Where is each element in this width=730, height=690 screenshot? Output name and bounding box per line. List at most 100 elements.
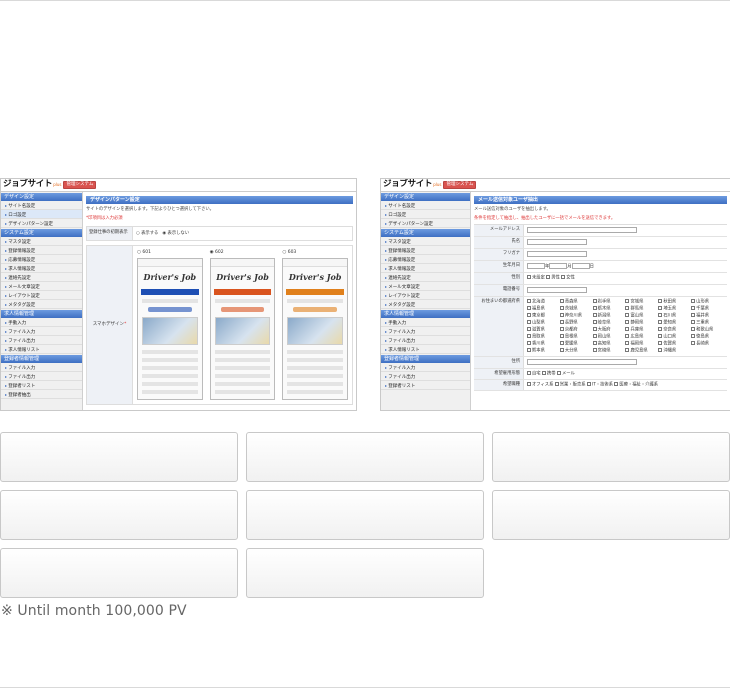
prefecture-checkbox[interactable]: [527, 348, 531, 353]
text-input[interactable]: [527, 251, 587, 258]
prefecture-checkbox[interactable]: [691, 305, 696, 310]
prefecture-option[interactable]: 埼玉県: [658, 305, 691, 312]
prefecture-checkbox[interactable]: [527, 305, 531, 310]
prefecture-checkbox[interactable]: [625, 326, 630, 331]
text-input[interactable]: [527, 359, 637, 366]
prefecture-option[interactable]: 福島県: [527, 305, 560, 312]
prefecture-checkbox[interactable]: [625, 312, 630, 317]
prefecture-checkbox[interactable]: [592, 326, 597, 331]
prefecture-checkbox[interactable]: [658, 305, 663, 310]
prefecture-option[interactable]: 徳島県: [691, 334, 724, 340]
prefecture-checkbox[interactable]: [658, 319, 663, 324]
prefecture-checkbox[interactable]: [691, 312, 696, 317]
sidebar-item[interactable]: 応募情報設定: [1, 255, 82, 264]
prefecture-checkbox[interactable]: [625, 298, 630, 303]
prefecture-option[interactable]: 大阪府: [592, 326, 626, 333]
prefecture-checkbox[interactable]: [592, 319, 597, 324]
prefecture-checkbox[interactable]: [527, 319, 531, 324]
sidebar-item[interactable]: メール文章設定: [1, 282, 82, 291]
sidebar-item[interactable]: 登録情報設定: [381, 246, 470, 255]
job-checkbox[interactable]: [554, 382, 559, 387]
prefecture-checkbox[interactable]: [527, 298, 531, 303]
prefecture-option[interactable]: 三重県: [691, 319, 724, 326]
prefecture-checkbox[interactable]: [527, 326, 531, 331]
prefecture-option[interactable]: 大分県: [559, 348, 593, 354]
date-select[interactable]: [549, 263, 568, 270]
sidebar-item[interactable]: 連絡先設定: [381, 273, 470, 282]
prefecture-option[interactable]: 愛媛県: [559, 341, 593, 347]
sidebar-item[interactable]: ファイル出力: [1, 372, 82, 381]
prefecture-checkbox[interactable]: [625, 348, 630, 353]
prefecture-checkbox[interactable]: [592, 341, 597, 346]
sidebar-item[interactable]: サイト名設定: [381, 201, 470, 210]
sidebar-item[interactable]: 求人情報設定: [1, 264, 82, 273]
text-input[interactable]: [527, 239, 587, 246]
prefecture-option[interactable]: 鹿児島県: [625, 348, 658, 354]
prefecture-checkbox[interactable]: [658, 326, 663, 331]
sidebar-item[interactable]: 登録者リスト: [1, 381, 82, 390]
plan-box[interactable]: [246, 490, 484, 540]
prefecture-option[interactable]: 静岡県: [625, 319, 658, 326]
plan-box[interactable]: [492, 490, 730, 540]
date-select[interactable]: [527, 263, 545, 270]
prefecture-option[interactable]: 佐賀県: [658, 341, 691, 347]
plan-box[interactable]: [246, 548, 484, 598]
prefecture-option[interactable]: 群馬県: [625, 305, 658, 312]
prefecture-option[interactable]: 鳥取県: [527, 334, 560, 340]
prefecture-checkbox[interactable]: [559, 305, 564, 310]
sidebar-item[interactable]: ファイル出力: [1, 336, 82, 345]
prefecture-option[interactable]: 山梨県: [527, 319, 560, 326]
job-checkbox[interactable]: [586, 382, 591, 387]
prefecture-option[interactable]: 高知県: [592, 341, 626, 347]
prefecture-option[interactable]: 和歌山県: [691, 326, 724, 333]
sidebar-item[interactable]: 登録情報設定: [1, 246, 82, 255]
prefecture-option[interactable]: 神奈川県: [559, 312, 593, 319]
prefecture-option[interactable]: 秋田県: [658, 298, 691, 305]
sidebar-item[interactable]: 応募情報設定: [381, 255, 470, 264]
sidebar-item[interactable]: 求人情報リスト: [381, 345, 470, 354]
prefecture-checkbox[interactable]: [691, 334, 696, 339]
sidebar-item[interactable]: メール文章設定: [381, 282, 470, 291]
prefecture-checkbox[interactable]: [559, 298, 564, 303]
prefecture-checkbox[interactable]: [658, 341, 663, 346]
plan-box[interactable]: [0, 490, 238, 540]
prefecture-option[interactable]: 京都府: [559, 326, 593, 333]
prefecture-option[interactable]: 香川県: [527, 341, 560, 347]
sidebar-item[interactable]: 求人情報リスト: [1, 345, 82, 354]
prefecture-option[interactable]: 宮崎県: [592, 348, 626, 354]
prefecture-option[interactable]: 愛知県: [658, 319, 691, 326]
prefecture-checkbox[interactable]: [559, 326, 564, 331]
prefecture-checkbox[interactable]: [559, 319, 564, 324]
sidebar-item[interactable]: ロゴ設定: [1, 210, 82, 219]
design-radio[interactable]: ○ 603: [282, 250, 348, 258]
prefecture-checkbox[interactable]: [592, 348, 597, 353]
design-option[interactable]: ◉ 602 Driver's Job: [209, 250, 276, 401]
job-checkbox[interactable]: [614, 382, 619, 387]
prefecture-option[interactable]: 山形県: [691, 298, 724, 305]
prefecture-option[interactable]: 奈良県: [658, 326, 691, 333]
sidebar-item[interactable]: ロゴ設定: [381, 210, 470, 219]
prefecture-option[interactable]: 北海道: [527, 298, 560, 305]
sidebar-item[interactable]: メタタグ設定: [1, 300, 82, 309]
sidebar-item[interactable]: レイアウト設定: [1, 291, 82, 300]
sidebar-item[interactable]: ファイル入力: [381, 363, 470, 372]
prefecture-checkbox[interactable]: [658, 312, 663, 317]
sidebar-item[interactable]: デザインパターン設定: [1, 219, 82, 228]
prefecture-option[interactable]: 千葉県: [691, 305, 724, 312]
prefecture-checkbox[interactable]: [625, 334, 630, 339]
employment-checkbox[interactable]: [527, 371, 531, 376]
prefecture-option[interactable]: 岐阜県: [592, 319, 626, 326]
prefecture-checkbox[interactable]: [592, 305, 597, 310]
prefecture-checkbox[interactable]: [625, 319, 630, 324]
prefecture-checkbox[interactable]: [559, 312, 564, 317]
sidebar-item[interactable]: 登録者リスト: [381, 381, 470, 390]
prefecture-checkbox[interactable]: [527, 334, 531, 339]
prefecture-checkbox[interactable]: [691, 326, 696, 331]
prefecture-checkbox[interactable]: [658, 334, 663, 339]
prefecture-option[interactable]: 石川県: [658, 312, 691, 319]
prefecture-checkbox[interactable]: [691, 341, 696, 346]
prefecture-option[interactable]: 東京都: [527, 312, 560, 319]
prefecture-option[interactable]: 岡山県: [592, 334, 626, 340]
prefecture-option[interactable]: 福井県: [691, 312, 724, 319]
prefecture-option[interactable]: 宮城県: [625, 298, 658, 305]
